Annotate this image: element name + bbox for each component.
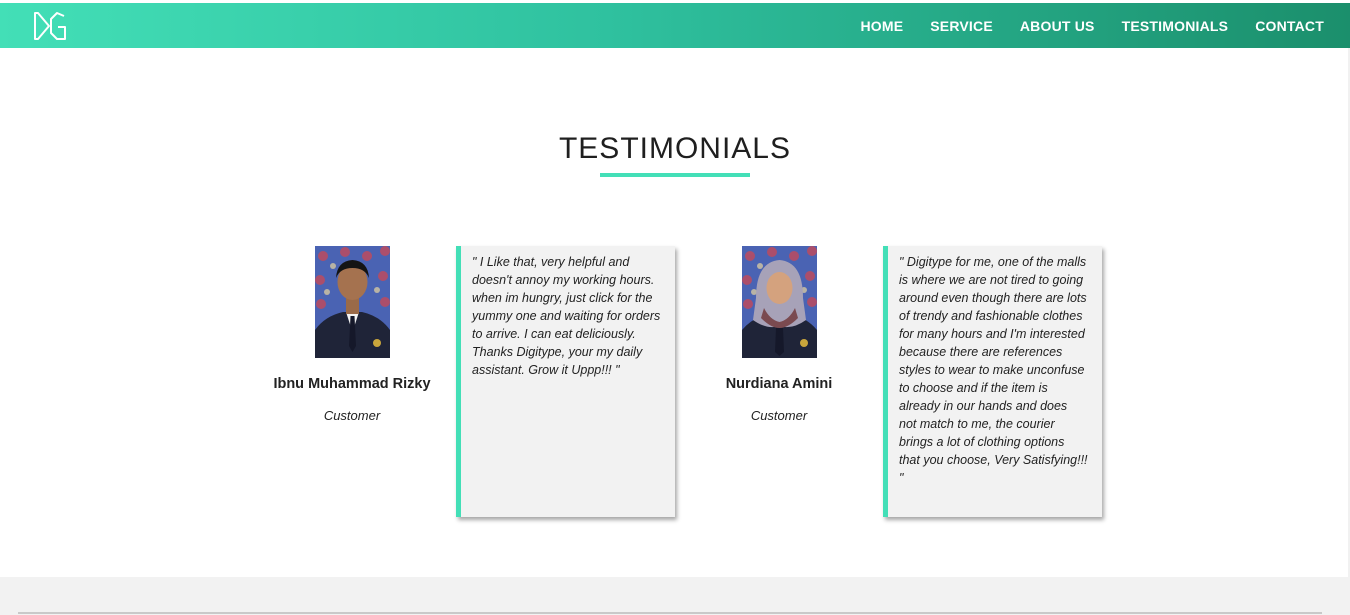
avatar-photo (315, 246, 390, 358)
nav-menu: HOME SERVICE ABOUT US TESTIMONIALS CONTA… (833, 3, 1324, 48)
testimonial-quote-card: " I Like that, very helpful and doesn't … (456, 246, 675, 517)
footer-divider (18, 612, 1322, 614)
avatar-photo (742, 246, 817, 358)
dg-logo-icon[interactable] (33, 11, 67, 41)
testimonial-quote: " Digitype for me, one of the malls is w… (899, 255, 1088, 485)
testimonial-role: Customer (323, 408, 381, 423)
testimonial-name: Nurdiana Amini (725, 376, 833, 392)
testimonial-name: Ibnu Muhammad Rizky (273, 376, 431, 392)
title-underline (600, 173, 750, 177)
section-title: TESTIMONIALS (558, 132, 792, 165)
nav-link-testimonials[interactable]: TESTIMONIALS (1122, 18, 1229, 34)
testimonial-quote-card: " Digitype for me, one of the malls is w… (883, 246, 1102, 517)
navbar: HOME SERVICE ABOUT US TESTIMONIALS CONTA… (0, 3, 1350, 48)
testimonial-role: Customer (750, 408, 808, 423)
testimonial-quote: " I Like that, very helpful and doesn't … (472, 255, 661, 377)
nav-link-about-us[interactable]: ABOUT US (1020, 18, 1095, 34)
nav-link-contact[interactable]: CONTACT (1255, 18, 1324, 34)
nav-link-home[interactable]: HOME (860, 18, 903, 34)
footer (0, 577, 1350, 615)
nav-link-service[interactable]: SERVICE (930, 18, 993, 34)
